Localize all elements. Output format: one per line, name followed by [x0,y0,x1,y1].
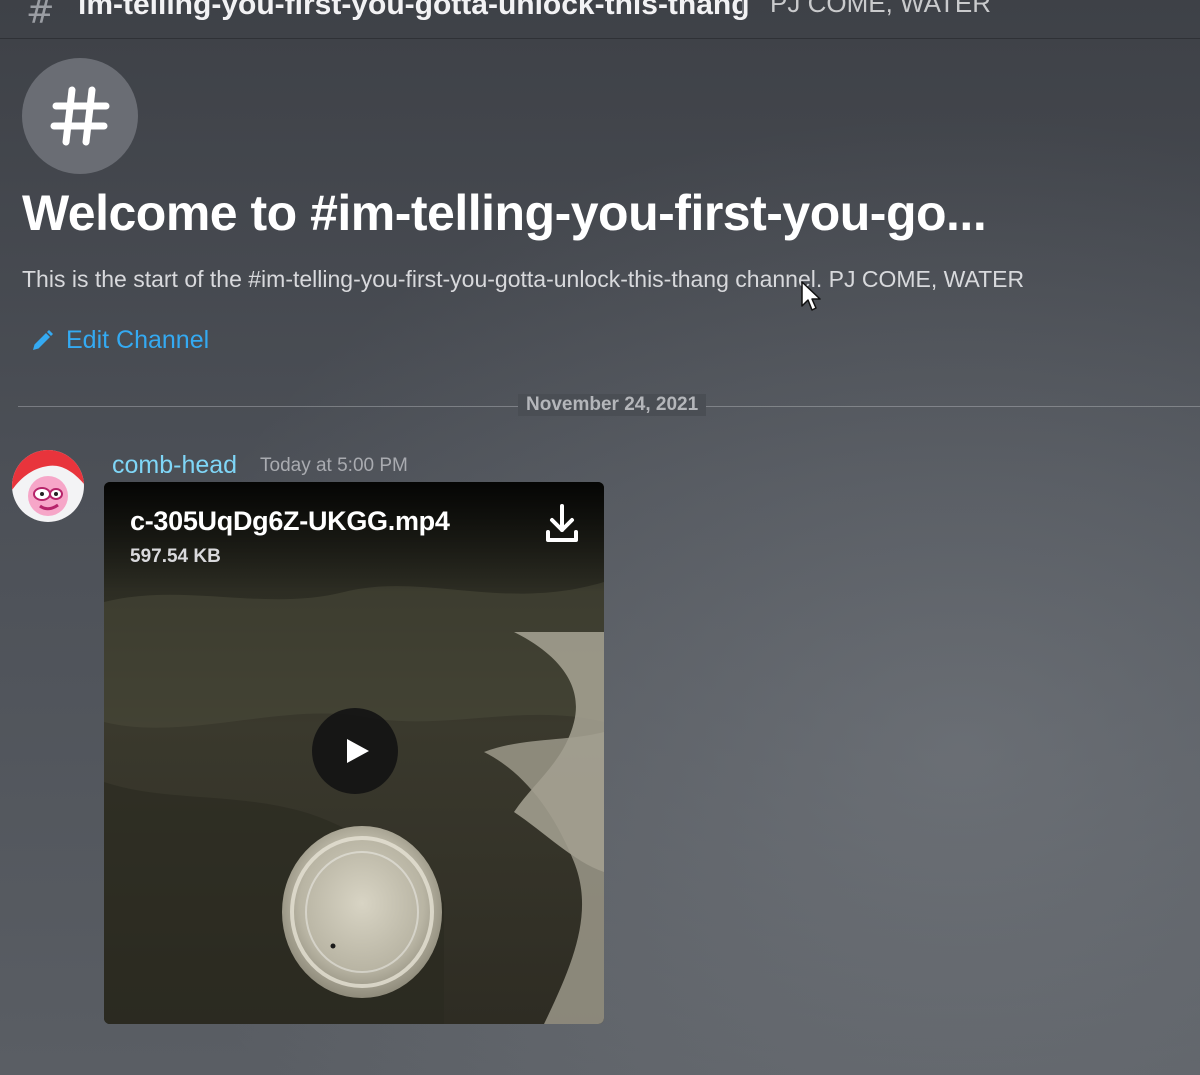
welcome-title: Welcome to #im-telling-you-first-you-go.… [22,185,987,241]
attachment-header-shade [104,482,604,592]
chat-screen: # im-telling-you-first-you-gotta-unlock-… [0,0,1200,1075]
mouse-cursor-icon [801,281,821,311]
header-divider [742,0,744,14]
channel-hash-avatar [22,58,138,174]
video-attachment[interactable]: c-305UqDg6Z-UKGG.mp4 597.54 KB [104,482,604,1024]
hash-icon: # [26,0,55,32]
user-avatar-image [12,450,84,522]
pencil-icon [33,329,53,350]
download-icon [546,504,578,542]
channel-header-name: im-telling-you-first-you-gotta-unlock-th… [78,0,750,21]
hash-icon [50,86,110,146]
date-divider: November 24, 2021 [18,394,1200,418]
download-button[interactable] [542,502,582,546]
edit-channel-label: Edit Channel [66,326,210,354]
play-icon [346,739,369,763]
attachment-file-name[interactable]: c-305UqDg6Z-UKGG.mp4 [130,506,450,537]
divider-date: November 24, 2021 [518,394,707,416]
message-author[interactable]: comb-head [112,451,237,480]
attachment-file-size: 597.54 KB [130,546,221,567]
channel-header: # im-telling-you-first-you-gotta-unlock-… [0,0,1200,39]
message-timestamp: Today at 5:00 PM [260,455,408,476]
play-button[interactable] [312,708,398,794]
edit-channel-button[interactable]: Edit Channel [30,326,209,355]
avatar[interactable] [12,450,84,522]
channel-topic[interactable]: PJ COME, WATER [770,0,991,19]
welcome-description: This is the start of the #im-telling-you… [22,266,1025,292]
